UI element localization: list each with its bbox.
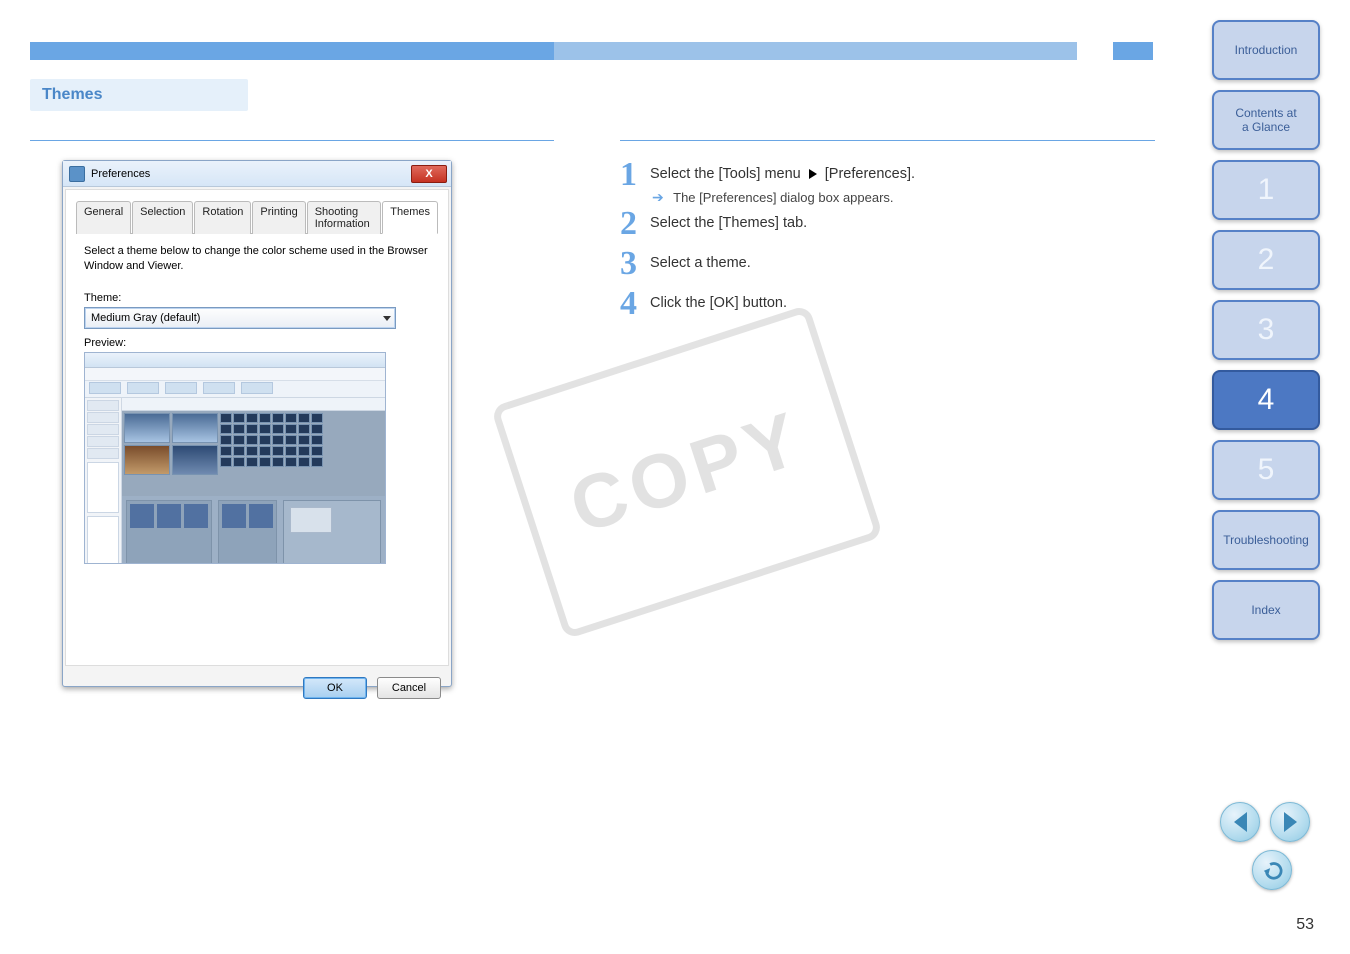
- step-3: 3 Select a theme.: [620, 247, 1145, 287]
- dialog-body: General Selection Rotation Printing Shoo…: [65, 189, 449, 666]
- step-text: Click the [OK] button.: [650, 287, 1145, 313]
- preferences-dialog: Preferences X General Selection Rotation…: [62, 160, 452, 687]
- menu-arrow-icon: [809, 169, 817, 179]
- nav-label: Contents at a Glance: [1235, 106, 1296, 134]
- dialog-buttons: OK Cancel: [63, 668, 451, 708]
- divider-right: [620, 140, 1155, 141]
- triangle-right-icon: [1284, 812, 1297, 832]
- tab-rotation[interactable]: Rotation: [194, 201, 251, 234]
- close-icon: X: [425, 168, 432, 180]
- dialog-title: Preferences: [91, 168, 150, 180]
- nav-step-3[interactable]: 3: [1212, 300, 1320, 360]
- step-number: 3: [620, 247, 650, 281]
- nav-introduction[interactable]: Introduction: [1212, 20, 1320, 80]
- nav-label: Introduction: [1235, 43, 1298, 57]
- preview-panel: [84, 352, 386, 564]
- theme-label: Theme:: [84, 292, 430, 304]
- tab-selection[interactable]: Selection: [132, 201, 193, 234]
- arrow-icon: ➔: [650, 179, 670, 205]
- step-2: 2 Select the [Themes] tab.: [620, 207, 1145, 247]
- watermark-text: COPY: [560, 394, 815, 551]
- app-icon: [69, 166, 85, 182]
- tabs: General Selection Rotation Printing Shoo…: [76, 200, 438, 234]
- explain-text: Select a theme below to change the color…: [84, 244, 430, 274]
- page-arrows: [1220, 802, 1310, 842]
- tab-general[interactable]: General: [76, 201, 131, 234]
- tab-shooting-info[interactable]: Shooting Information: [307, 201, 382, 234]
- close-button[interactable]: X: [411, 165, 447, 183]
- nav-step-4[interactable]: 4: [1212, 370, 1320, 430]
- nav-step-2[interactable]: 2: [1212, 230, 1320, 290]
- step-number: 4: [620, 287, 650, 321]
- nav-troubleshooting[interactable]: Troubleshooting: [1212, 510, 1320, 570]
- nav-number: 1: [1258, 173, 1275, 207]
- header-bar: [30, 42, 1077, 60]
- nav-contents[interactable]: Contents at a Glance: [1212, 90, 1320, 150]
- tab-printing[interactable]: Printing: [252, 201, 305, 234]
- nav-column: Introduction Contents at a Glance 1 2 3 …: [1212, 20, 1320, 640]
- prev-page-button[interactable]: [1220, 802, 1260, 842]
- nav-number: 3: [1258, 313, 1275, 347]
- step-1: 1 Select the [Tools] menu [Preferences].…: [620, 158, 1145, 207]
- step-4: 4 Click the [OK] button.: [620, 287, 1145, 327]
- return-button[interactable]: [1252, 850, 1292, 890]
- section-heading-label: Themes: [30, 86, 102, 103]
- step-text-post: [Preferences].: [825, 166, 915, 182]
- copy-watermark: COPY: [490, 304, 883, 639]
- nav-number: 5: [1258, 453, 1275, 487]
- nav-number: 4: [1258, 383, 1275, 417]
- nav-label: Index: [1251, 603, 1280, 617]
- tab-themes[interactable]: Themes: [382, 201, 438, 234]
- step-bullet: ➔ The [Preferences] dialog box appears.: [650, 188, 1145, 207]
- nav-number: 2: [1258, 243, 1275, 277]
- step-text: Select the [Themes] tab.: [650, 207, 1145, 233]
- theme-selected-value: Medium Gray (default): [91, 312, 200, 324]
- nav-step-1[interactable]: 1: [1212, 160, 1320, 220]
- nav-label: Troubleshooting: [1223, 533, 1309, 547]
- triangle-left-icon: [1234, 812, 1247, 832]
- dialog-titlebar: Preferences X: [63, 161, 451, 187]
- cancel-button[interactable]: Cancel: [377, 677, 441, 699]
- return-icon: [1261, 859, 1283, 881]
- divider-left: [30, 140, 554, 141]
- section-heading: Themes: [30, 79, 248, 111]
- step-text: Select the [Tools] menu [Preferences]. ➔…: [650, 158, 1145, 207]
- step-bullet-text: The [Preferences] dialog box appears.: [673, 190, 893, 205]
- page-number: 53: [1296, 916, 1314, 934]
- step-text: Select a theme.: [650, 247, 1145, 273]
- header-bar-right-segment: [1113, 42, 1153, 60]
- preview-label: Preview:: [84, 337, 430, 349]
- nav-index[interactable]: Index: [1212, 580, 1320, 640]
- ok-button[interactable]: OK: [303, 677, 367, 699]
- step-text-pre: Select the [Tools] menu: [650, 166, 805, 182]
- chevron-down-icon: [383, 316, 391, 321]
- theme-dropdown[interactable]: Medium Gray (default): [84, 307, 396, 329]
- next-page-button[interactable]: [1270, 802, 1310, 842]
- step-number: 2: [620, 207, 650, 241]
- tab-content: Select a theme below to change the color…: [76, 234, 438, 568]
- steps-list: 1 Select the [Tools] menu [Preferences].…: [620, 158, 1145, 327]
- step-number: 1: [620, 158, 650, 192]
- nav-step-5[interactable]: 5: [1212, 440, 1320, 500]
